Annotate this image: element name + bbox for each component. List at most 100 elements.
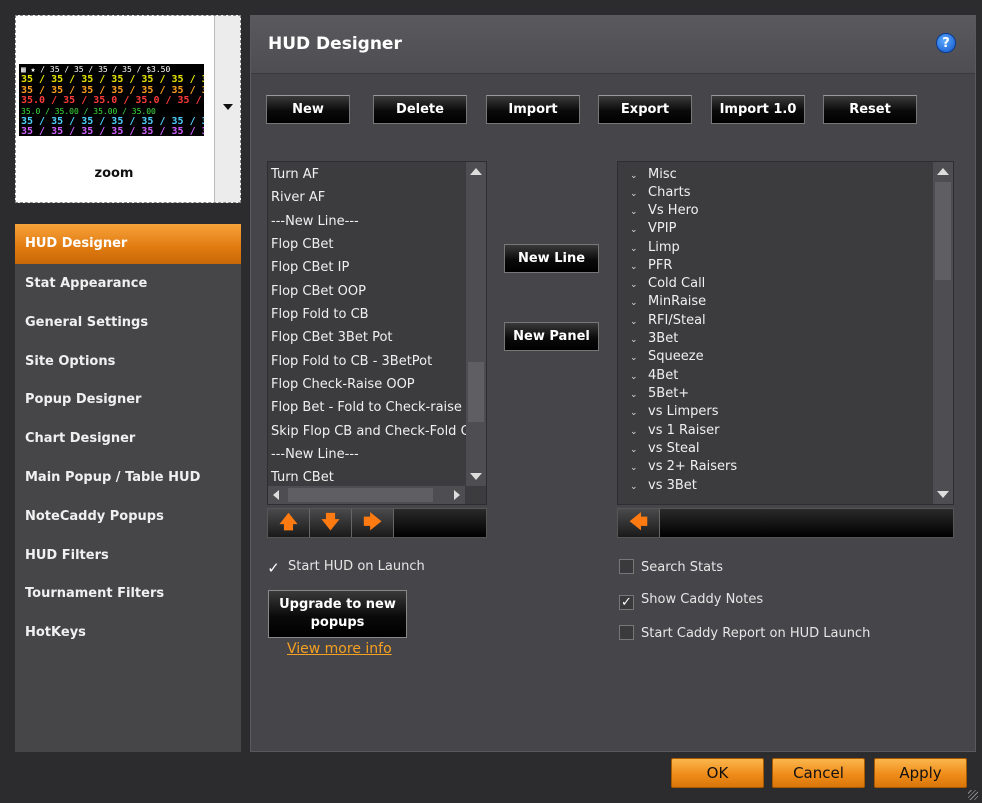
- tree-item[interactable]: ⌄ PFR: [630, 258, 672, 273]
- search-stats-checkbox[interactable]: Search Stats: [619, 559, 723, 575]
- tree-item[interactable]: ⌄ Squeeze: [630, 349, 704, 364]
- sidebar: HUD Designer Stat Appearance General Set…: [15, 224, 241, 752]
- scroll-down-icon[interactable]: [937, 491, 949, 498]
- tree-item[interactable]: ⌄ RFI/Steal: [630, 313, 706, 328]
- start-hud-on-launch-checkbox[interactable]: ✓ Start HUD on Launch: [266, 559, 425, 576]
- delete-button[interactable]: Delete: [373, 95, 467, 124]
- checkmark-icon: ✓: [267, 559, 280, 577]
- scroll-thumb[interactable]: [935, 182, 951, 280]
- show-caddy-notes-checkbox[interactable]: ✓ Show Caddy Notes: [619, 592, 763, 610]
- sidebar-item-popup-designer[interactable]: Popup Designer: [15, 380, 241, 419]
- reset-button[interactable]: Reset: [823, 95, 917, 124]
- chevron-down-icon: ⌄: [630, 353, 638, 363]
- list-item[interactable]: ---New Line---: [271, 214, 359, 229]
- export-button[interactable]: Export: [598, 95, 692, 124]
- scroll-track[interactable]: [468, 182, 484, 362]
- sidebar-item-tournament-filters[interactable]: Tournament Filters: [15, 574, 241, 613]
- new-line-button[interactable]: New Line: [504, 244, 599, 273]
- chevron-down-icon: ⌄: [630, 171, 638, 181]
- chevron-down-icon: ⌄: [630, 225, 638, 235]
- scroll-thumb[interactable]: [288, 488, 433, 502]
- tree-item[interactable]: ⌄ Limp: [630, 240, 680, 255]
- tree-item[interactable]: ⌄ MinRaise: [630, 294, 706, 309]
- list-item[interactable]: Turn AF: [271, 167, 319, 182]
- move-right-icon[interactable]: 🡆: [352, 509, 394, 537]
- chevron-down-icon: ⌄: [630, 298, 638, 308]
- list-item[interactable]: Skip Flop CB and Check-Fold OO: [271, 424, 481, 439]
- resize-grip-icon[interactable]: [968, 790, 978, 800]
- sidebar-item-hud-designer[interactable]: HUD Designer: [15, 224, 241, 264]
- chevron-down-icon: ⌄: [630, 445, 638, 455]
- upgrade-popups-button[interactable]: Upgrade to new popups: [268, 590, 407, 638]
- sidebar-item-site-options[interactable]: Site Options: [15, 342, 241, 381]
- scroll-left-icon[interactable]: [273, 490, 279, 500]
- main-panel: HUD Designer ? New Delete Import Export …: [250, 15, 976, 752]
- tree-item[interactable]: ⌄ Vs Hero: [630, 203, 699, 218]
- sidebar-item-hud-filters[interactable]: HUD Filters: [15, 536, 241, 575]
- list-item[interactable]: Flop Fold to CB - 3BetPot: [271, 354, 432, 369]
- tree-item[interactable]: ⌄ 4Bet: [630, 368, 678, 383]
- vertical-scrollbar[interactable]: [466, 162, 486, 486]
- stat-categories-tree[interactable]: ⌄ Misc ⌄ Charts ⌄ Vs Hero ⌄ VPIP ⌄ Limp ⌄ PFR …: [617, 161, 954, 505]
- tree-item[interactable]: ⌄ vs Limpers: [630, 404, 718, 419]
- help-icon[interactable]: ?: [936, 33, 956, 53]
- tree-item[interactable]: ⌄ vs 1 Raiser: [630, 423, 719, 438]
- preview-dropdown-button[interactable]: [214, 16, 240, 202]
- start-caddy-report-checkbox[interactable]: Start Caddy Report on HUD Launch: [619, 625, 870, 641]
- move-up-icon[interactable]: 🡅: [268, 509, 310, 537]
- main-header: HUD Designer ?: [251, 16, 975, 74]
- sidebar-item-hotkeys[interactable]: HotKeys: [15, 613, 241, 652]
- list-item[interactable]: Turn CBet: [271, 470, 334, 485]
- scroll-down-icon[interactable]: [470, 473, 482, 480]
- hud-preview[interactable]: ▦ ★ / 35 / 35 / 35 / 35 / $3.50 35 / 35 …: [15, 15, 241, 203]
- list-item[interactable]: River AF: [271, 190, 325, 205]
- chevron-down-icon: ⌄: [630, 427, 638, 437]
- import-1-0-button[interactable]: Import 1.0: [711, 95, 805, 124]
- tree-item[interactable]: ⌄ 3Bet: [630, 331, 678, 346]
- list-item[interactable]: Flop Fold to CB: [271, 307, 369, 322]
- horizontal-scrollbar[interactable]: [268, 486, 465, 504]
- vertical-scrollbar[interactable]: [933, 162, 953, 504]
- list-item[interactable]: Flop Check-Raise OOP: [271, 377, 415, 392]
- ok-button[interactable]: OK: [671, 758, 764, 788]
- move-down-icon[interactable]: 🡇: [310, 509, 352, 537]
- category-move-toolbar: 🡄: [617, 508, 954, 538]
- cancel-button[interactable]: Cancel: [772, 758, 865, 788]
- tree-item[interactable]: ⌄ Misc: [630, 167, 677, 182]
- preview-line: 35 / 35 / 35 / 35 / 35 / 35 / 35 / 35: [21, 126, 204, 136]
- list-item[interactable]: Flop CBet OOP: [271, 284, 366, 299]
- tree-item[interactable]: ⌄ vs 2+ Raisers: [630, 459, 737, 474]
- checkmark-icon: ✓: [619, 595, 634, 610]
- list-item[interactable]: Flop CBet: [271, 237, 334, 252]
- apply-button[interactable]: Apply: [874, 758, 967, 788]
- scroll-up-icon[interactable]: [470, 168, 482, 175]
- checkbox-empty-icon: [619, 625, 634, 640]
- chevron-down-icon: ⌄: [630, 207, 638, 217]
- tree-item[interactable]: ⌄ vs 3Bet: [630, 478, 697, 493]
- sidebar-item-chart-designer[interactable]: Chart Designer: [15, 419, 241, 458]
- scroll-right-icon[interactable]: [454, 490, 460, 500]
- tree-item[interactable]: ⌄ Cold Call: [630, 276, 705, 291]
- list-item[interactable]: Flop Bet - Fold to Check-raise IP: [271, 400, 478, 415]
- list-item[interactable]: ---New Line---: [271, 447, 359, 462]
- new-button[interactable]: New: [266, 95, 350, 124]
- sidebar-item-main-popup[interactable]: Main Popup / Table HUD: [15, 458, 241, 497]
- scroll-up-icon[interactable]: [937, 168, 949, 175]
- chevron-down-icon: ⌄: [630, 280, 638, 290]
- tree-item[interactable]: ⌄ 5Bet+: [630, 386, 689, 401]
- tree-item[interactable]: ⌄ Charts: [630, 185, 691, 200]
- tree-item[interactable]: ⌄ VPIP: [630, 221, 676, 236]
- hud-stats-list[interactable]: Turn AF River AF ---New Line--- Flop CBe…: [267, 161, 487, 505]
- view-more-info-link[interactable]: View more info: [287, 641, 392, 657]
- preview-zoom-label[interactable]: zoom: [16, 166, 212, 181]
- list-item[interactable]: Flop CBet IP: [271, 260, 349, 275]
- move-left-icon[interactable]: 🡄: [618, 509, 660, 537]
- list-item[interactable]: Flop CBet 3Bet Pot: [271, 330, 393, 345]
- tree-item[interactable]: ⌄ vs Steal: [630, 441, 700, 456]
- sidebar-item-notecaddy-popups[interactable]: NoteCaddy Popups: [15, 497, 241, 536]
- sidebar-item-stat-appearance[interactable]: Stat Appearance: [15, 264, 241, 303]
- import-button[interactable]: Import: [486, 95, 580, 124]
- scroll-thumb[interactable]: [468, 362, 484, 422]
- new-panel-button[interactable]: New Panel: [504, 322, 599, 351]
- sidebar-item-general-settings[interactable]: General Settings: [15, 303, 241, 342]
